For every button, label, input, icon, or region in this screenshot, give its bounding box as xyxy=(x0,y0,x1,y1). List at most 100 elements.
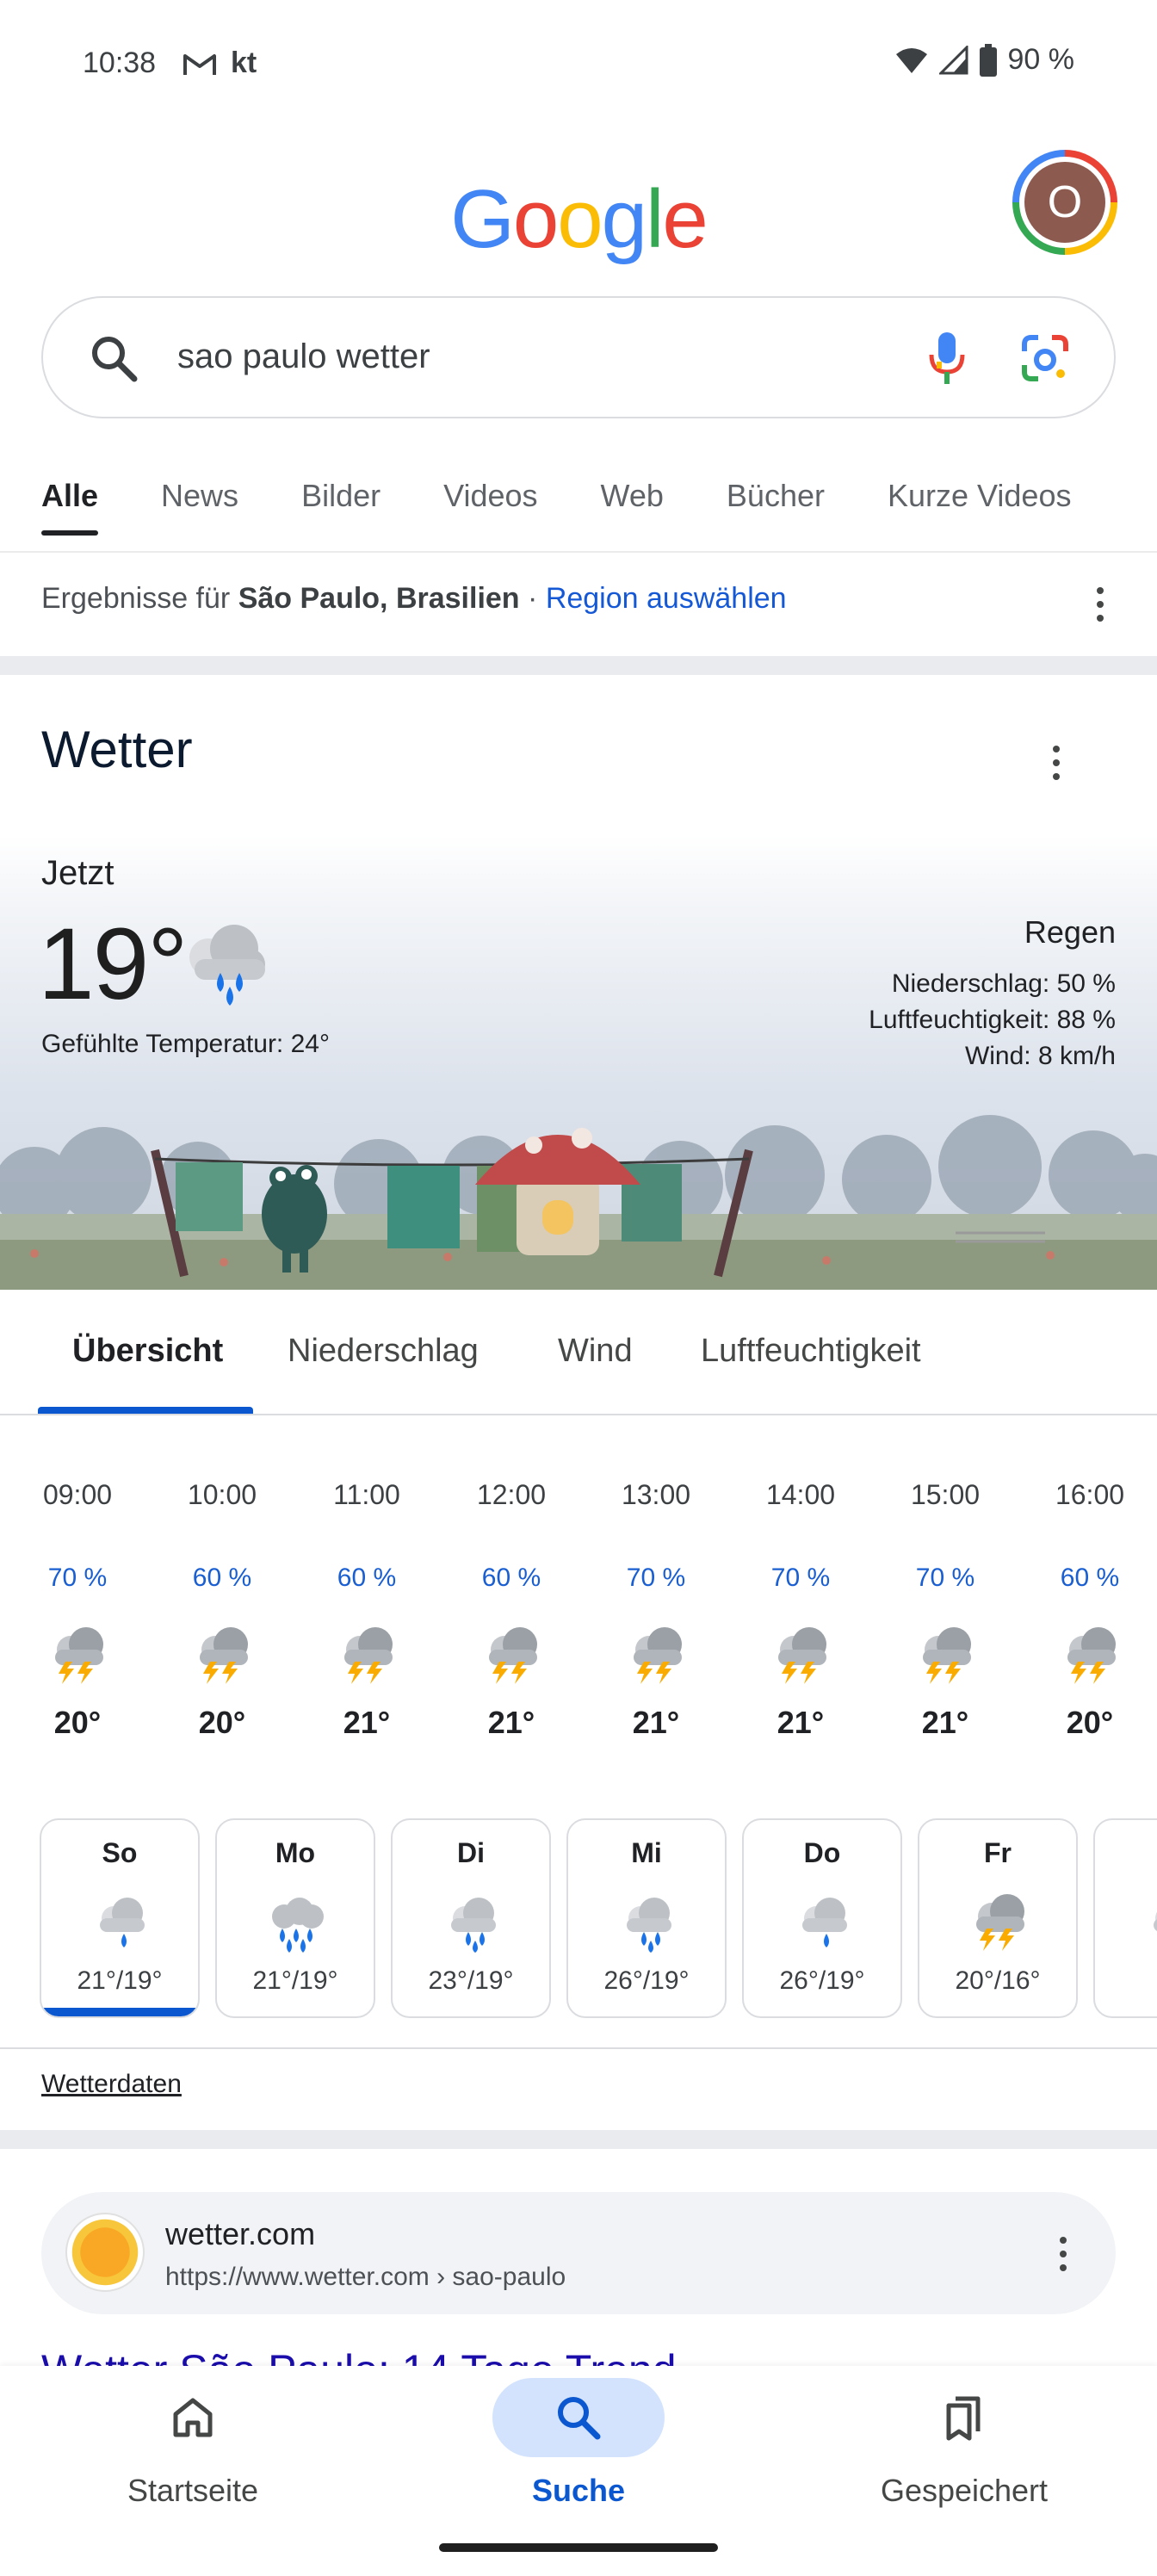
logo-letter: o xyxy=(557,173,603,265)
microphone-icon[interactable] xyxy=(919,329,974,389)
hour-precipitation: 60 % xyxy=(481,1564,541,1592)
tabs-divider xyxy=(0,551,1157,553)
feels-like-temperature: Gefühlte Temperatur: 24° xyxy=(41,1030,330,1058)
section-divider xyxy=(0,656,1157,675)
light-rain-icon xyxy=(802,1898,847,1947)
region-separator: · xyxy=(528,582,538,615)
hour-precipitation: 60 % xyxy=(337,1564,397,1592)
day-card-mo[interactable]: Mo 21°/19° xyxy=(215,1818,375,2018)
gesture-navigation-bar[interactable] xyxy=(439,2543,718,2552)
nav-startseite[interactable]: Startseite xyxy=(0,2366,386,2538)
thunderstorm-icon xyxy=(344,1627,393,1684)
humidity-value: Luftfeuchtigkeit: 88 % xyxy=(869,1006,1116,1034)
nav-label: Startseite xyxy=(127,2473,259,2508)
logo-letter: o xyxy=(512,173,559,265)
status-time: 10:38 xyxy=(83,46,157,79)
region-prefix: Ergebnisse für xyxy=(41,582,231,615)
thunderstorm-icon xyxy=(489,1627,537,1684)
search-input[interactable]: sao paulo wetter xyxy=(41,296,1116,418)
search-tabs: Alle News Bilder Videos Web Bücher Kurze… xyxy=(41,474,1134,542)
hour-time: 09:00 xyxy=(42,1479,113,1510)
rain-icon xyxy=(627,1898,671,1953)
hour-temperature: 21° xyxy=(632,1705,680,1740)
tab-buecher[interactable]: Bücher xyxy=(727,474,825,542)
tab-web[interactable]: Web xyxy=(601,474,664,542)
region-notice: Ergebnisse für São Paulo, Brasilien · Re… xyxy=(41,582,787,616)
day-card-do[interactable]: Do 26°/19° xyxy=(742,1818,902,2018)
region-more-options-icon[interactable] xyxy=(1096,587,1104,622)
tab-alle[interactable]: Alle xyxy=(41,474,99,542)
logo-letter: e xyxy=(662,173,708,265)
hour-time: 14:00 xyxy=(765,1479,836,1510)
google-lens-icon[interactable] xyxy=(1019,332,1071,384)
rain-cloud-icon xyxy=(189,925,265,1006)
result-site-name: wetter.com xyxy=(165,2216,316,2251)
day-card-di[interactable]: Di 23°/19° xyxy=(391,1818,551,2018)
day-name: So xyxy=(102,1837,138,1868)
tab-uebersicht[interactable]: Übersicht xyxy=(72,1333,223,1370)
day-card-so[interactable]: So 21°/19° xyxy=(40,1818,200,2018)
nav-icon-container xyxy=(107,2378,279,2457)
day-temperatures: 20 xyxy=(1095,1966,1157,1996)
tab-luftfeuchtigkeit[interactable]: Luftfeuchtigkeit xyxy=(701,1333,921,1370)
day-temperatures: 21°/19° xyxy=(252,1966,338,1995)
weather-data-source-link[interactable]: Wetterdaten xyxy=(41,2070,182,2099)
hour-temperature: 21° xyxy=(776,1705,825,1740)
result-url: https://www.wetter.com › sao-paulo xyxy=(165,2263,566,2291)
hour-precipitation: 70 % xyxy=(915,1564,975,1592)
weather-tabs: Übersicht Niederschlag Wind Luftfeuchtig… xyxy=(0,1290,1157,1415)
tab-wind[interactable]: Wind xyxy=(558,1333,633,1370)
logo-letter: g xyxy=(601,173,647,265)
nav-suche[interactable]: Suche xyxy=(386,2366,771,2538)
day-card-fr[interactable]: Fr 20°/16° xyxy=(918,1818,1078,2018)
search-icon xyxy=(92,337,138,382)
tab-niederschlag[interactable]: Niederschlag xyxy=(288,1333,479,1370)
hour-temperature: 20° xyxy=(53,1705,102,1740)
tab-videos[interactable]: Videos xyxy=(443,474,537,542)
thunderstorm-icon xyxy=(55,1627,103,1684)
daily-forecast[interactable]: So 21°/19° Mo 21°/19° Di 23°/19° Mi 26°/… xyxy=(0,1818,1157,2025)
day-name: Di xyxy=(457,1837,485,1868)
day-name: Mo xyxy=(275,1837,316,1868)
thunderstorm-icon xyxy=(778,1627,826,1684)
day-card-mi[interactable]: Mi 26°/19° xyxy=(566,1818,727,2018)
hour-time: 10:00 xyxy=(187,1479,257,1510)
wetter-com-favicon xyxy=(65,2213,145,2292)
tab-kurze-videos[interactable]: Kurze Videos xyxy=(888,474,1071,542)
day-temperatures: 21°/19° xyxy=(77,1966,163,1995)
search-icon xyxy=(558,2397,601,2440)
thunderstorm-icon xyxy=(923,1627,971,1684)
hour-temperature: 21° xyxy=(343,1705,391,1740)
status-bar: 10:38 kt 90 % xyxy=(0,0,1157,129)
thunderstorm-icon xyxy=(1067,1627,1116,1684)
hourly-forecast[interactable]: 09:00 70 % 20° 10:00 60 % 20° 11:00 60 %… xyxy=(0,1464,1157,1756)
wifi-icon xyxy=(895,47,927,73)
hour-time: 12:00 xyxy=(476,1479,547,1510)
battery-percent: 90 % xyxy=(1007,43,1075,76)
weather-more-options-icon[interactable] xyxy=(1052,746,1061,780)
search-query[interactable]: sao paulo wetter xyxy=(177,337,430,376)
account-avatar-button[interactable]: O xyxy=(1012,150,1117,255)
logo-letter: l xyxy=(646,173,664,265)
select-region-link[interactable]: Region auswählen xyxy=(546,582,787,615)
current-temperature: 19° xyxy=(38,907,188,1021)
nav-gespeichert[interactable]: Gespeichert xyxy=(771,2366,1157,2538)
gmail-icon xyxy=(183,53,216,75)
day-card-partial[interactable]: 20 xyxy=(1093,1818,1157,2018)
section-divider xyxy=(0,2130,1157,2149)
wind-value: Wind: 8 km/h xyxy=(964,1042,1116,1070)
battery-icon xyxy=(979,43,997,77)
weather-condition: Regen xyxy=(1024,914,1116,950)
nav-icon-container xyxy=(878,2378,1050,2457)
hour-temperature: 20° xyxy=(198,1705,246,1740)
thunderstorm-icon xyxy=(976,1894,1024,1951)
avatar-border: O xyxy=(1019,157,1111,248)
result-source-card[interactable]: wetter.com https://www.wetter.com › sao-… xyxy=(41,2192,1116,2314)
logo-letter: G xyxy=(450,173,515,265)
status-notification-icons: kt xyxy=(183,46,257,80)
result-more-options-icon[interactable] xyxy=(1059,2237,1067,2271)
bookmarks-icon xyxy=(946,2396,981,2441)
tab-bilder[interactable]: Bilder xyxy=(301,474,381,542)
tab-news[interactable]: News xyxy=(161,474,238,542)
day-name: Do xyxy=(803,1837,841,1868)
